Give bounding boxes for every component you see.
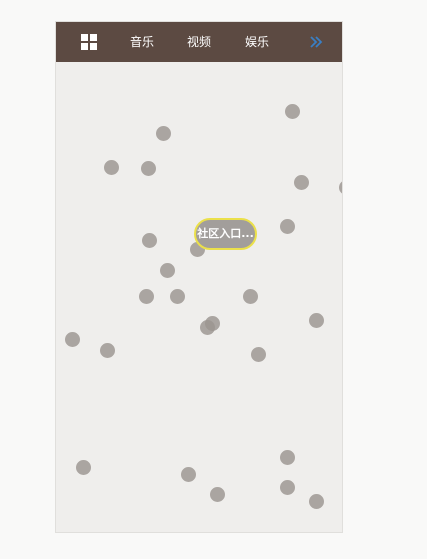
floating-bubble (294, 175, 309, 190)
grid-icon[interactable] (81, 34, 97, 50)
floating-bubble (243, 289, 258, 304)
floating-bubble (100, 343, 115, 358)
floating-bubble (285, 104, 300, 119)
floating-bubble (76, 460, 91, 475)
floating-bubble (200, 320, 215, 335)
floating-bubble (280, 480, 295, 495)
nav-item-entertainment[interactable]: 娱乐 (245, 34, 269, 50)
floating-bubble (160, 263, 175, 278)
floating-bubble (251, 347, 266, 362)
floating-bubble (65, 332, 80, 347)
nav-item-video[interactable]: 视频 (187, 34, 211, 50)
floating-bubble (280, 219, 295, 234)
floating-bubble (309, 494, 324, 509)
floating-bubble (141, 161, 156, 176)
nav-item-music[interactable]: 音乐 (130, 34, 154, 50)
floating-bubble (139, 289, 154, 304)
double-chevron-right-icon[interactable] (308, 34, 324, 50)
floating-bubble (339, 180, 342, 195)
top-nav-bar: 音乐 视频 娱乐 (56, 22, 342, 62)
floating-bubble (280, 450, 295, 465)
floating-bubble (104, 160, 119, 175)
floating-bubble (181, 467, 196, 482)
floating-bubble (142, 233, 157, 248)
floating-bubble (309, 313, 324, 328)
floating-bubble (156, 126, 171, 141)
floating-bubble (170, 289, 185, 304)
app-screen: 音乐 视频 娱乐 社区入口... (55, 21, 343, 533)
floating-bubble (210, 487, 225, 502)
community-entrance-button[interactable]: 社区入口... (194, 218, 257, 250)
